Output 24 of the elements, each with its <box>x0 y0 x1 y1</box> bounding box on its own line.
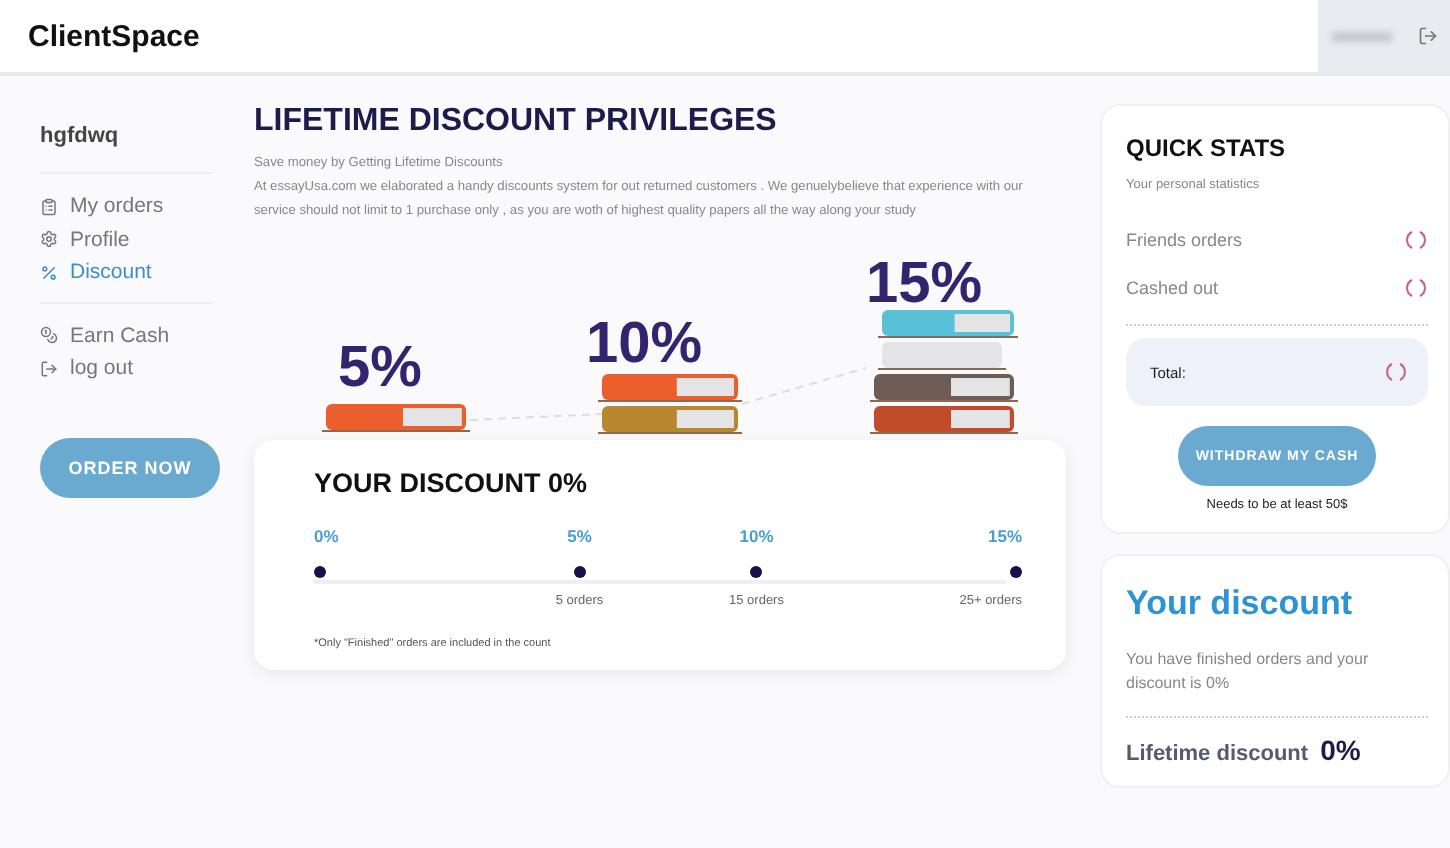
discount-text: You have finished orders and your discount is 0% <box>1126 648 1371 696</box>
sidebar-item[interactable]: Discount <box>40 256 212 289</box>
card-title: YOUR DISCOUNT 0% <box>314 468 590 498</box>
discount-tier-label: 5% <box>338 340 422 398</box>
discount-tier-label: 10% <box>586 316 703 374</box>
order-now-button[interactable]: ORDER NOW <box>40 437 220 497</box>
panel-title: Your discount <box>1126 584 1355 624</box>
sidebar-item[interactable]: Profile <box>40 223 212 256</box>
discount-tier-label: 15% <box>866 256 983 314</box>
sidebar-item[interactable]: Earn Cash <box>40 319 212 352</box>
panel-title: QUICK STATS <box>1126 134 1288 162</box>
sidebar-item[interactable]: My orders <box>40 190 212 223</box>
sidebar-item[interactable]: log out <box>40 352 212 385</box>
username: hgfdwq <box>40 124 212 174</box>
milestone-percent: 0% <box>314 526 339 550</box>
milestone-percent: 10% <box>739 526 774 550</box>
logo: ClientSpace <box>28 19 200 53</box>
milestone-percent: 15% <box>987 526 1022 550</box>
lifetime-discount-value: 0% <box>1320 734 1361 766</box>
lifetime-discount-label: Lifetime discount <box>1126 742 1309 766</box>
milestone-percent: 5% <box>567 526 592 550</box>
stat-label: Cashed out <box>1126 278 1219 298</box>
page-title: LIFETIME DISCOUNT PRIVILEGES <box>254 104 779 140</box>
stat-label: Friends orders <box>1126 230 1243 250</box>
